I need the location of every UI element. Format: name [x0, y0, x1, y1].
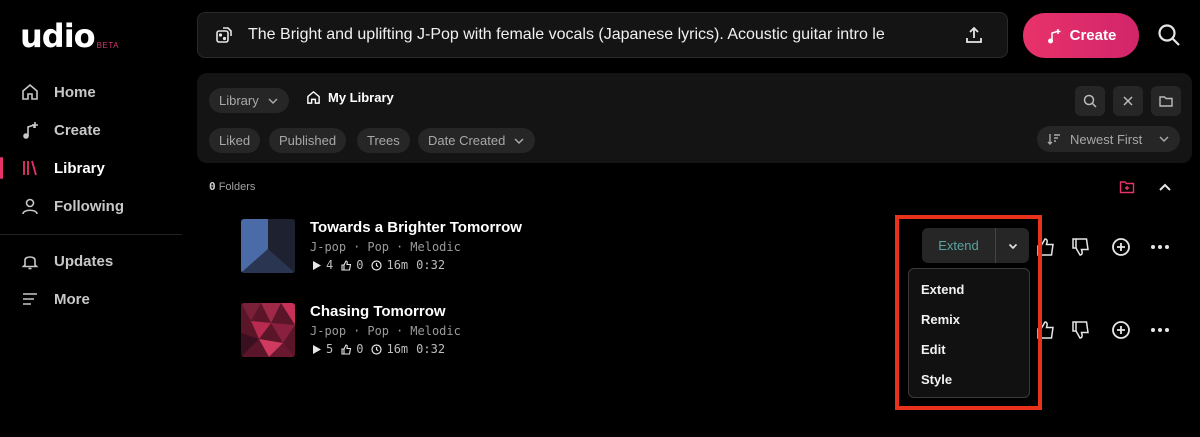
sidebar-item-following[interactable]: Following: [0, 191, 182, 221]
folder-icon: [1159, 96, 1173, 107]
track-age: 16m: [386, 342, 409, 356]
prompt-text: The Bright and uplifting J-Pop with fema…: [248, 26, 885, 43]
library-dropdown[interactable]: Library: [209, 88, 289, 113]
filter-date-created[interactable]: Date Created: [418, 128, 536, 153]
play-count: 4: [326, 258, 334, 272]
sidebar-divider: [0, 234, 182, 235]
upload-icon[interactable]: [963, 24, 985, 46]
folders-count-value: 0: [209, 180, 216, 193]
breadcrumb: My Library: [306, 90, 394, 105]
more-options-icon[interactable]: [1150, 237, 1170, 257]
sort-label: Newest First: [1070, 131, 1143, 147]
folders-count-label: Folders: [218, 181, 256, 193]
filter-label: Trees: [367, 133, 400, 148]
track-cover[interactable]: [241, 219, 295, 273]
sidebar-item-label: Library: [54, 159, 105, 177]
filter-label: Date Created: [428, 133, 506, 148]
like-count: 0: [356, 258, 364, 272]
sidebar: udio BETA Home Create Library Following …: [0, 0, 182, 437]
menu-icon: [23, 293, 37, 305]
thumbs-down-icon[interactable]: [1071, 237, 1091, 257]
chevron-down-icon: [1159, 136, 1169, 143]
track-stats: 4 0 16m 0:32: [311, 258, 445, 272]
tag[interactable]: J-pop: [310, 240, 346, 254]
chevron-up-icon[interactable]: [1157, 180, 1173, 194]
folders-count: 0 Folders: [209, 180, 255, 193]
close-icon: [1123, 96, 1133, 106]
sidebar-item-updates[interactable]: Updates: [0, 246, 182, 276]
sidebar-item-label: Updates: [54, 252, 114, 270]
sidebar-item-more[interactable]: More: [0, 284, 182, 314]
search-icon[interactable]: [1156, 22, 1182, 48]
clear-button[interactable]: [1113, 86, 1143, 116]
track-duration: 0:32: [416, 258, 446, 272]
track-cover[interactable]: [241, 303, 295, 357]
thumbs-up-icon: [341, 259, 352, 271]
tag[interactable]: Pop: [367, 324, 389, 338]
track-stats: 5 0 16m 0:32: [311, 342, 445, 356]
sidebar-item-library[interactable]: Library: [0, 153, 182, 183]
home-icon: [307, 90, 320, 104]
sidebar-item-label: Following: [54, 197, 124, 215]
chevron-down-icon: [268, 97, 278, 104]
track-title[interactable]: Towards a Brighter Tomorrow: [310, 219, 522, 236]
sidebar-item-label: Create: [54, 121, 101, 139]
active-indicator: [0, 157, 3, 179]
sidebar-item-create[interactable]: Create: [0, 115, 182, 145]
folder-button[interactable]: [1151, 86, 1181, 116]
prompt-input[interactable]: The Bright and uplifting J-Pop with fema…: [197, 12, 1008, 58]
randomize-prompt-icon[interactable]: [214, 25, 234, 45]
play-icon: [313, 344, 321, 354]
user-icon: [22, 198, 38, 215]
filter-liked[interactable]: Liked: [209, 128, 261, 153]
clock-icon: [371, 343, 383, 355]
sort-dropdown[interactable]: Newest First: [1037, 126, 1180, 152]
thumbs-down-icon[interactable]: [1071, 320, 1091, 340]
highlight-box: [895, 215, 1042, 410]
filter-published[interactable]: Published: [269, 128, 347, 153]
filter-trees[interactable]: Trees: [357, 128, 410, 153]
add-folder-icon[interactable]: [1119, 179, 1135, 195]
library-dropdown-label: Library: [219, 93, 259, 108]
create-music-icon: [1047, 28, 1061, 43]
sidebar-item-label: More: [54, 290, 90, 308]
chevron-down-icon: [514, 137, 524, 144]
tag[interactable]: Pop: [367, 240, 389, 254]
breadcrumb-current: My Library: [328, 90, 394, 105]
logo-wordmark: udio: [20, 17, 96, 55]
sort-icon: [1047, 134, 1060, 145]
beta-badge: BETA: [96, 41, 119, 50]
more-options-icon[interactable]: [1150, 320, 1170, 340]
home-icon: [22, 83, 38, 100]
search-icon: [1083, 94, 1097, 108]
like-count: 0: [356, 342, 364, 356]
track-title[interactable]: Chasing Tomorrow: [310, 303, 446, 320]
filter-label: Liked: [219, 133, 251, 148]
add-icon[interactable]: [1111, 237, 1131, 257]
clock-icon: [371, 259, 383, 271]
filter-label: Published: [279, 133, 337, 148]
thumbs-up-icon: [341, 343, 352, 355]
udio-logo[interactable]: udio BETA: [20, 17, 119, 55]
tag[interactable]: J-pop: [310, 324, 346, 338]
create-music-icon: [23, 122, 38, 139]
bell-icon: [21, 256, 39, 270]
track-duration: 0:32: [416, 342, 446, 356]
add-icon[interactable]: [1111, 320, 1131, 340]
create-button[interactable]: Create: [1023, 13, 1139, 58]
play-count: 5: [326, 342, 334, 356]
track-age: 16m: [386, 258, 409, 272]
sidebar-item-label: Home: [54, 83, 96, 101]
tag[interactable]: Melodic: [410, 240, 461, 254]
track-tags: J-pop · Pop · Melodic: [310, 324, 461, 338]
play-icon: [313, 260, 321, 270]
library-icon: [23, 160, 37, 176]
track-tags: J-pop · Pop · Melodic: [310, 240, 461, 254]
library-search-button[interactable]: [1075, 86, 1105, 116]
sidebar-item-home[interactable]: Home: [0, 77, 182, 107]
tag[interactable]: Melodic: [410, 324, 461, 338]
create-button-label: Create: [1069, 27, 1117, 44]
